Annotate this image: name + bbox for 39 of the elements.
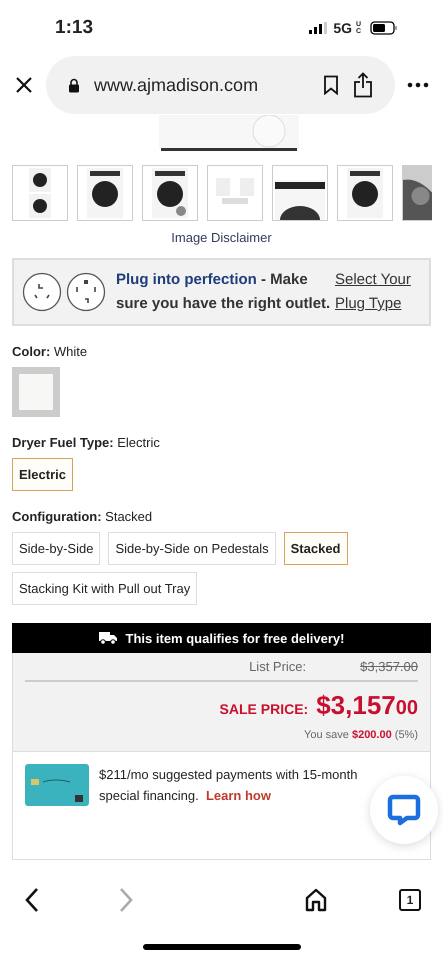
savings-text: You save $200.00 (5%)	[303, 729, 418, 741]
truck-icon	[98, 631, 117, 645]
list-price: $3,357.00	[360, 659, 418, 674]
image-disclaimer-link[interactable]: Image Disclaimer	[171, 230, 272, 245]
chat-bubble-icon	[387, 794, 421, 826]
select-plug-type-link[interactable]: Select Your Plug Type	[335, 268, 419, 316]
lock-icon	[68, 78, 80, 92]
delivery-text: This item qualifies for free delivery!	[126, 630, 344, 646]
network-label: 5G	[333, 20, 352, 36]
option-button[interactable]: Side-by-Side	[12, 532, 100, 565]
status-time: 1:13	[55, 16, 94, 38]
outlet-icon	[22, 272, 62, 312]
bookmark-icon[interactable]	[323, 75, 339, 95]
share-icon[interactable]	[353, 72, 373, 98]
close-icon[interactable]	[14, 75, 34, 95]
credit-card-icon	[25, 764, 89, 806]
more-icon[interactable]	[407, 82, 429, 88]
color-swatch[interactable]	[12, 367, 60, 417]
url-text: www.ajmadison.com	[94, 74, 260, 96]
sale-price: $3,157	[316, 690, 396, 721]
outlet-icon	[66, 272, 106, 312]
option-label: Configuration: Stacked	[12, 509, 154, 524]
address-bar[interactable]: www.ajmadison.com	[46, 56, 395, 114]
option-button[interactable]: Side-by-Side on Pedestals	[108, 532, 276, 565]
option-button[interactable]: Stacked	[284, 532, 348, 565]
learn-how-link[interactable]: Learn how	[206, 788, 271, 803]
option-label: Dryer Fuel Type: Electric	[12, 435, 161, 450]
sale-price-label: SALE PRICE:	[220, 701, 308, 717]
option-button[interactable]: Electric	[12, 458, 73, 491]
option-button[interactable]: Stacking Kit with Pull out Tray	[12, 572, 198, 605]
back-icon[interactable]	[24, 887, 40, 913]
battery-icon	[370, 20, 398, 34]
list-price-label: List Price:	[249, 659, 306, 674]
tabs-button[interactable]: 1	[399, 889, 421, 911]
home-icon[interactable]	[305, 888, 327, 912]
sale-price-cents: 00	[396, 697, 418, 720]
option-label: Color: White	[12, 344, 88, 359]
signal-icon	[309, 22, 330, 34]
plug-banner-text: Plug into perfection - Make sure you have the right outlet.	[116, 270, 331, 314]
